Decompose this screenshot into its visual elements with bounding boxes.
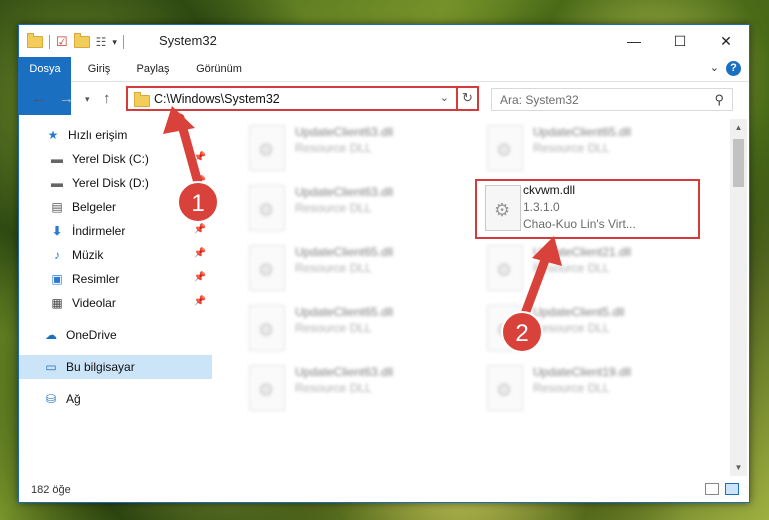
step-badge-2: 2 xyxy=(501,311,543,353)
annotation-overlay xyxy=(163,106,562,327)
arrow-2-icon xyxy=(517,236,562,327)
step-badge-1: 1 xyxy=(177,181,219,223)
arrow-1-icon xyxy=(163,106,205,195)
